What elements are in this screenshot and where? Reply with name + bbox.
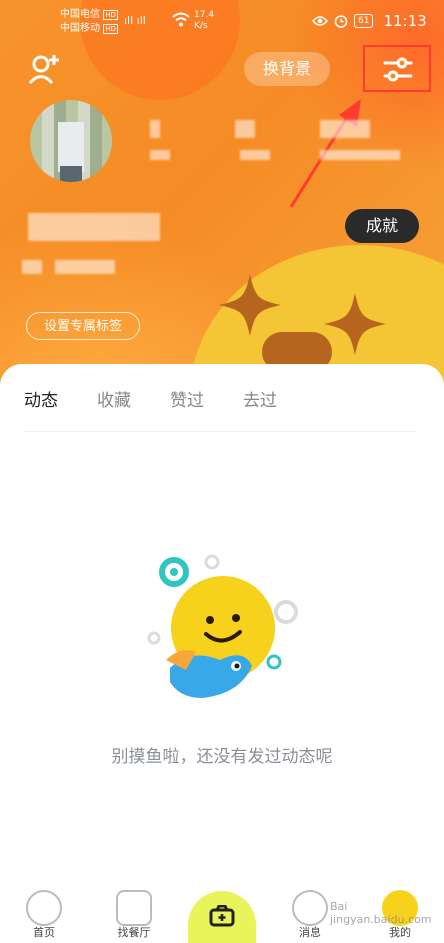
username-blurred [235,120,255,138]
nav-home-label: 首页 [33,926,55,939]
tab-favorites[interactable]: 收藏 [97,386,131,411]
avatar-figure-base [60,166,82,182]
nav-home[interactable]: 首页 [14,884,74,940]
empty-mascot-icon [147,554,298,698]
nav-restaurants[interactable]: 找餐厅 [104,884,164,940]
nav-mine-label: 我的 [389,926,411,939]
signal-icon: ıll ıll [124,14,146,27]
achievements-button[interactable]: 成就 [345,209,419,243]
bio-blurred [28,213,160,241]
tab-posts[interactable]: 动态 [24,386,58,411]
battery-icon: 61 [354,14,374,28]
sparkle-icon [324,293,386,355]
sparkle-icon [219,274,281,336]
clock-time: 11:13 [383,12,427,30]
avatar-figure [58,122,84,172]
chat-bubble-icon [292,890,328,926]
tab-divider [24,431,416,432]
add-user-icon [28,55,59,85]
stats-blurred [150,150,170,160]
annotation-highlight-box [363,45,431,92]
stats-blurred [320,150,400,160]
username-blurred [150,120,160,138]
tab-visited[interactable]: 去过 [243,386,277,411]
profile-tabs: 动态 收藏 赞过 去过 [24,386,277,411]
status-bar: 中国电信 HD 中国移动 HD ıll ıll 17.4 K/s 61 11:1… [0,0,444,42]
stats-blurred [240,150,270,160]
wifi-icon [172,12,190,27]
tab-liked[interactable]: 赞过 [170,386,204,411]
add-friend-button[interactable] [26,52,62,86]
status-right: 61 11:13 [312,12,427,30]
network-badge-1: HD [103,10,118,20]
nav-messages-label: 消息 [299,926,321,939]
network-badge-2: HD [103,24,118,34]
set-tag-button[interactable]: 设置专属标签 [26,312,140,340]
speed-value: 17.4 [194,10,215,20]
network-speed: 17.4 K/s [194,10,214,32]
avatar[interactable] [30,100,112,182]
username-blurred [320,120,370,138]
eye-icon [312,16,328,26]
speed-unit: K/s [194,21,208,31]
change-background-button[interactable]: 换背景 [244,52,330,86]
empty-state-message: 别摸鱼啦，还没有发过动态呢 [111,747,333,767]
alarm-icon [334,15,348,28]
carrier-info: 中国电信 HD 中国移动 HD [60,8,118,36]
open-sign-icon [116,890,152,926]
nav-restaurants-label: 找餐厅 [117,926,151,939]
watermark: Bai jingyan.baidu.com [330,900,432,926]
camera-icon [209,905,235,927]
location-blurred [22,260,42,274]
carrier-2: 中国移动 [60,23,100,34]
carrier-1: 中国电信 [60,9,100,20]
location-blurred [55,260,115,274]
home-icon [26,890,62,926]
